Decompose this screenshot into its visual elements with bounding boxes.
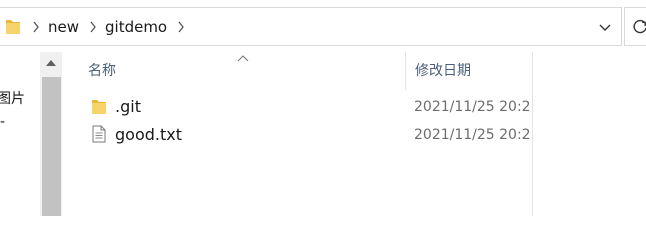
folder-icon [6, 20, 20, 34]
file-name[interactable]: good.txt [115, 126, 182, 144]
column-header-date-modified[interactable]: 修改日期 [415, 63, 471, 79]
navigation-pane[interactable]: 图片 - [0, 46, 40, 216]
text-file-icon [92, 125, 106, 143]
nav-item-label[interactable]: 图片 [0, 91, 25, 107]
file-name[interactable]: .git [115, 98, 141, 116]
scrollbar-thumb[interactable] [42, 77, 61, 216]
file-date-modified: 2021/11/25 20:2 [414, 99, 531, 115]
breadcrumb-chevron-icon[interactable] [31, 20, 41, 34]
column-divider[interactable] [405, 52, 406, 90]
folder-icon [92, 100, 106, 114]
breadcrumb-chevron-icon[interactable] [176, 20, 186, 34]
file-row[interactable]: good.txt 2021/11/25 20:2 [84, 123, 532, 147]
file-row[interactable]: .git 2021/11/25 20:2 [84, 95, 532, 119]
breadcrumb-gitdemo[interactable]: gitdemo [105, 18, 167, 36]
nav-item-label[interactable]: - [0, 114, 5, 130]
breadcrumb-chevron-icon[interactable] [88, 20, 98, 34]
sort-ascending-icon [237, 55, 249, 62]
refresh-icon [633, 19, 646, 34]
column-divider[interactable] [532, 52, 533, 216]
file-date-modified: 2021/11/25 20:2 [414, 127, 531, 143]
refresh-button[interactable] [624, 7, 646, 46]
chevron-down-icon[interactable] [598, 23, 612, 33]
breadcrumb-new[interactable]: new [48, 18, 79, 36]
scroll-up-arrow-icon[interactable] [45, 58, 57, 68]
column-header-name[interactable]: 名称 [88, 63, 116, 79]
